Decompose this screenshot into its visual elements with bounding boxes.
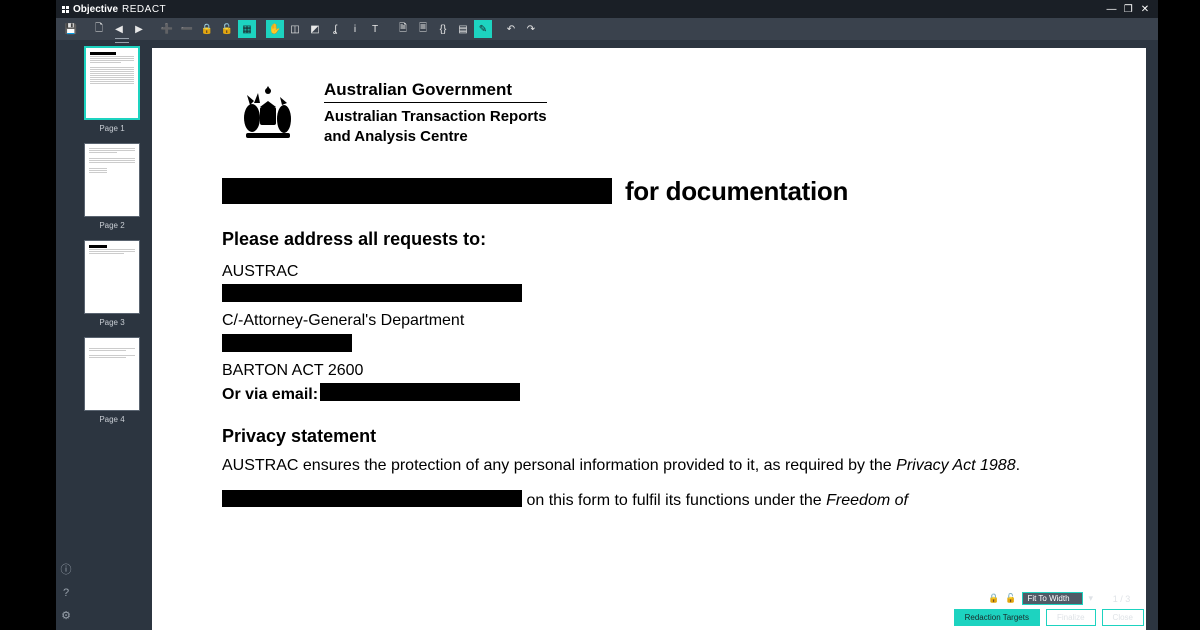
minimize-button[interactable]: — [1104,4,1118,15]
remove-icon[interactable]: ➖ [178,20,196,38]
finalize-button[interactable]: Finalize [1046,609,1096,626]
thumb-label-4: Page 4 [99,415,124,424]
document-title: for documentation [222,176,1076,207]
lasso-icon[interactable]: ʆ [326,20,344,38]
addr-line: C/-Attorney-General's Department [222,309,1076,334]
toolbar: 💾 🗋 ◀ ▶ ➕ ➖ 🔒 🔓 ▦ ✋ ◫ ◩ ʆ Ꭵ T 🗎 🗏 {} ▤ ✎… [56,18,1158,40]
redaction-mark[interactable] [222,490,522,507]
page-thumbnail-1[interactable] [84,46,140,120]
help-icon[interactable]: ? [63,587,69,599]
app-brand: Objective REDACT [62,4,166,15]
document-page: Australian Government Australian Transac… [152,48,1146,630]
addr-line: AUSTRAC [222,260,1076,285]
pattern-icon[interactable]: ▤ [454,20,472,38]
info-icon[interactable]: ⓘ [61,561,72,577]
save-icon[interactable]: 💾 [62,20,80,38]
privacy-paragraph-1: AUSTRAC ensures the protection of any pe… [222,455,1076,477]
text-select-icon[interactable]: Ꭵ [346,20,364,38]
select-area-icon[interactable]: ◫ [286,20,304,38]
redaction-mark[interactable] [222,334,352,352]
unlock-icon[interactable]: 🔓 [218,20,236,38]
grid-icon[interactable]: ▦ [238,20,256,38]
dept-name: Australian Transaction Reports and Analy… [324,107,547,148]
page-indicator: 1 / 3 [1113,594,1131,604]
marker-icon[interactable]: ✎ [474,20,492,38]
new-doc-icon[interactable]: 🗋 [90,20,108,38]
brand-name-1: Objective [73,4,118,15]
undo-icon[interactable]: ↶ [502,20,520,38]
redaction-mark[interactable] [222,178,612,204]
document-viewport[interactable]: Australian Government Australian Transac… [148,40,1158,630]
redaction-mark[interactable] [222,284,522,302]
zoom-dropdown-icon[interactable]: ▾ [1089,593,1094,604]
redo-icon[interactable]: ↷ [522,20,540,38]
restore-button[interactable]: ❐ [1121,4,1135,15]
coat-of-arms-icon [232,83,302,145]
text-tool-icon[interactable]: T [366,20,384,38]
privacy-paragraph-2: on this form to fulfil its functions und… [222,490,1076,512]
zoom-select[interactable]: Fit To Width [1022,592,1082,605]
next-icon[interactable]: ▶ [130,20,148,38]
main-area: ⓘ ? ⚙ Page 1 Page 2 Page 3 Page 4 [56,40,1158,630]
redaction-targets-button[interactable]: Redaction Targets [954,609,1040,626]
code-icon[interactable]: {} [434,20,452,38]
unlock-status-icon[interactable]: 🔓 [1005,593,1016,604]
thumbnail-panel: Page 1 Page 2 Page 3 Page 4 [76,40,148,630]
page-thumbnail-2[interactable] [84,143,140,217]
brand-name-2: REDACT [122,4,166,15]
page-thumbnail-3[interactable] [84,240,140,314]
gov-name: Australian Government [324,80,547,103]
redaction-mark[interactable] [320,383,520,401]
letterhead: Australian Government Australian Transac… [232,80,1076,148]
draw-mark-icon[interactable]: ◩ [306,20,324,38]
lock-icon[interactable]: 🔒 [198,20,216,38]
next-page-button[interactable]: ▶ [1136,593,1144,604]
settings-icon[interactable]: ⚙ [61,609,71,622]
window-controls: — ❐ ✕ [1104,4,1152,15]
close-button[interactable]: ✕ [1138,4,1152,15]
app-logo-icon [62,6,69,13]
page-icon[interactable]: 🗎 [394,20,412,38]
privacy-heading: Privacy statement [222,426,1076,447]
close-button-footer[interactable]: Close [1102,609,1144,626]
app-window: Objective REDACT — ❐ ✕ 💾 🗋 ◀ ▶ ➕ ➖ 🔒 🔓 ▦… [56,0,1158,630]
address-heading: Please address all requests to: [222,229,1076,250]
page-thumbnail-4[interactable] [84,337,140,411]
hand-tool-icon[interactable]: ✋ [266,20,284,38]
prev-page-button[interactable]: ◀ [1099,593,1107,604]
lock-status-icon[interactable]: 🔒 [988,593,999,604]
addr-line: BARTON ACT 2600 [222,359,1076,384]
thumb-label-3: Page 3 [99,318,124,327]
left-rail: ⓘ ? ⚙ [56,40,76,630]
letterhead-text: Australian Government Australian Transac… [324,80,547,148]
thumb-label-2: Page 2 [99,221,124,230]
address-block: AUSTRAC C/-Attorney-General's Department… [222,260,1076,409]
page-minus-icon[interactable]: 🗏 [414,20,432,38]
title-bar: Objective REDACT — ❐ ✕ [56,0,1158,18]
email-label: Or via email: [222,386,318,403]
thumb-label-1: Page 1 [99,124,124,133]
add-icon[interactable]: ➕ [158,20,176,38]
status-bar: 🔒 🔓 Fit To Width ▾ ◀ 1 / 3 ▶ Redaction T… [954,592,1144,626]
